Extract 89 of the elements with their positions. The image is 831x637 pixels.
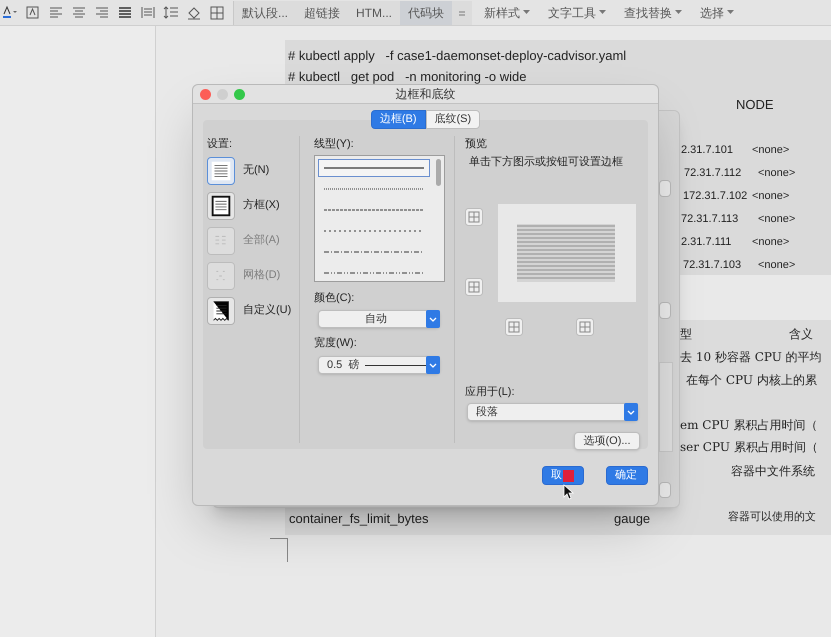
caret-icon[interactable] [675,10,682,15]
menu-button[interactable]: 选择 [694,0,740,24]
code-line: # kubectl apply -f case1-daemonset-deploy-cadvisor.yaml [288,49,626,63]
dropdown[interactable]: 0.5 磅 [318,356,440,374]
table-cell-text: ser CPU 累积占用时间（ [680,439,818,456]
style-button[interactable]: HTM... [348,0,400,24]
options-button[interactable]: 选项(O)... [574,432,640,450]
line-spacing-icon[interactable] [163,4,179,20]
line-sample-icon [324,228,424,232]
section-label: 颜色(C): [314,290,356,306]
align-center-icon[interactable] [71,4,87,20]
table-cell-text: em CPU 累积占用时间（ [680,417,818,434]
dropdown[interactable]: 自动 [318,310,440,328]
fill-bucket-icon[interactable] [186,4,202,20]
scrollbar-thumb[interactable] [436,158,441,186]
chevron-down-icon[interactable] [624,403,638,421]
cancel-button[interactable]: 取 [542,466,584,485]
align-left-icon[interactable] [48,4,64,20]
menu-button[interactable]: 新样式 [478,0,536,24]
menu-button[interactable]: 文字工具 [542,0,612,24]
column-header: NODE [736,96,774,114]
table-cell-text: <none> [752,235,790,250]
justify-icon[interactable] [117,4,133,20]
line-sample-icon [324,250,424,254]
table-cell-text: <none> [752,143,790,158]
distribute-icon[interactable] [140,4,156,20]
table-cell-text: <none> [758,166,796,181]
section-label: 宽度(W): [314,336,358,351]
line-style-option[interactable] [318,158,430,176]
borders-icon[interactable] [209,4,225,20]
setting-label: 自定义(U) [243,302,292,318]
caret-icon[interactable] [523,10,530,15]
table-cell-text: 在每个 CPU 内核上的累 [686,372,817,389]
table-cell-text: 172.31.7.102 [683,189,748,204]
section-label: 预览 [465,137,488,152]
table-cell-text: 容器中文件系统 [731,463,815,480]
chevron-down-icon[interactable] [426,356,440,374]
table-cell-text: 2.31.7.111 [681,235,732,250]
menu-button[interactable]: 查找替换 [618,0,688,24]
line-sample-icon [324,166,424,170]
tab[interactable]: 底纹(S) [426,110,480,129]
table-cell-text: 72.31.7.113 [681,212,738,227]
close-button[interactable] [200,89,211,100]
code-line: # kubectl get pod -n monitoring -o wide [288,70,526,84]
table-cell-text: 容器可以使用的文 [728,509,816,525]
caret-icon[interactable] [727,10,734,15]
text-color-icon[interactable] [2,4,18,20]
border-setting-icon[interactable] [207,296,235,324]
setting-label: 无(N) [243,163,270,178]
table-cell-text: <none> [758,258,796,273]
column-header: 型 [680,326,692,343]
ok-button[interactable]: 确定 [606,466,648,485]
style-button[interactable]: 默认段... [234,0,296,24]
border-toggle-icon[interactable] [505,318,523,336]
column-header: 含义 [789,326,813,343]
window-title: 边框和底纹 [396,86,456,103]
table-cell-text: <none> [758,212,796,227]
table-cell-text: container_fs_limit_bytes [289,510,428,528]
border-toggle-icon[interactable] [465,278,483,296]
table-cell-text: gauge [614,510,650,528]
chevron-down-icon[interactable] [426,310,440,328]
caret-icon[interactable] [599,10,606,15]
border-setting-icon[interactable] [207,192,235,220]
border-toggle-icon[interactable] [576,318,594,336]
table-cell-text: 去 10 秒容器 CPU 的平均 [680,349,822,366]
table-cell-text: <none> [752,189,790,204]
border-toggle-icon[interactable] [465,208,483,226]
line-style-list[interactable] [314,154,445,282]
table-cell-text: 72.31.7.103 [683,258,742,273]
setting-label: 方框(X) [243,198,280,214]
setting-label: 网格(D) [243,268,280,284]
align-right-icon[interactable] [94,4,110,20]
hint-text: 单击下方图示或按钮可设置边框 [469,154,624,170]
style-button[interactable]: 超链接 [296,0,348,24]
table-cell-text: 2.31.7.101 [681,143,733,158]
table-cell-text: 72.31.7.112 [684,166,742,181]
line-sample-icon [324,270,424,274]
line-sample-icon [324,186,424,190]
section-label: 应用于(L): [465,384,514,400]
dropdown[interactable]: 段落 [467,403,638,421]
section-label: 设置: [207,137,234,152]
cursor-icon [563,484,575,500]
setting-label: 全部(A) [243,232,280,248]
text-box-icon[interactable] [25,4,41,20]
line-sample-icon [324,208,424,212]
tab[interactable]: 边框(B) [370,110,426,129]
click-marker-icon [563,470,574,482]
style-button[interactable]: 代码块 [400,0,452,24]
section-label: 线型(Y): [314,137,355,152]
